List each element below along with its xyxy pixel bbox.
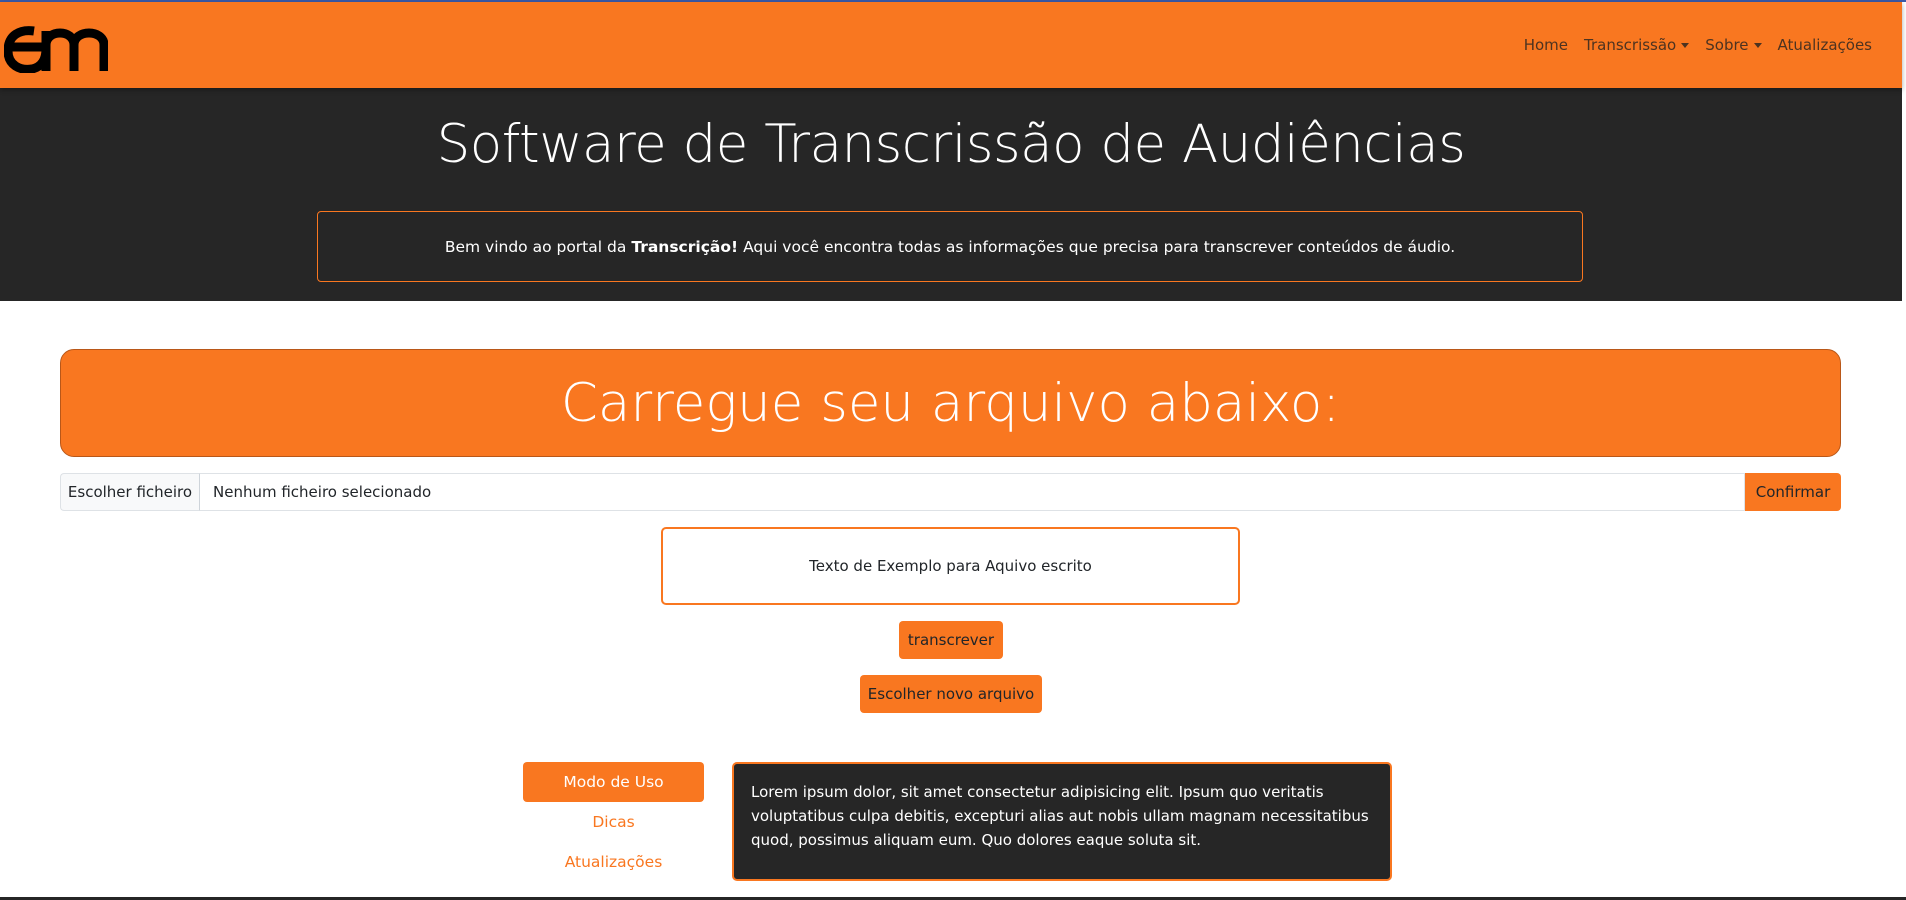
choose-file-button[interactable]: Escolher ficheiro [60, 473, 200, 511]
navbar: Home Transcrissão Sobre Atualizações [0, 2, 1902, 88]
nav-transcricao-dropdown[interactable]: Transcrissão [1576, 36, 1697, 54]
caret-down-icon [1681, 42, 1690, 48]
confirm-button[interactable]: Confirmar [1745, 473, 1841, 511]
transcribe-button[interactable]: transcrever [899, 621, 1003, 659]
upload-banner-title: Carregue seu arquivo abaixo: [560, 372, 1341, 434]
welcome-prefix: Bem vindo ao portal da [444, 237, 627, 256]
nav-menu: Home Transcrissão Sobre Atualizações [1516, 36, 1880, 54]
side-item-modo-de-uso[interactable]: Modo de Uso [523, 762, 704, 802]
choose-new-file-button[interactable]: Escolher novo arquivo [860, 675, 1042, 713]
hero-section: Software de Transcrissão de Audiências B… [0, 88, 1902, 301]
upload-banner: Carregue seu arquivo abaixo: [60, 349, 1841, 457]
nav-sobre-label: Sobre [1705, 36, 1749, 54]
file-input-group: Escolher ficheiro Nenhum ficheiro seleci… [60, 473, 1841, 511]
nav-transcricao-label: Transcrissão [1584, 36, 1677, 54]
welcome-suffix: Aqui você encontra todas as informações … [743, 237, 1456, 256]
am-logo-icon[interactable] [4, 15, 108, 73]
nav-home[interactable]: Home [1516, 36, 1576, 54]
side-menu: Modo de Uso Dicas Atualizações [523, 762, 704, 882]
welcome-box: Bem vindo ao portal da Transcrição! Aqui… [317, 211, 1583, 282]
nav-atualizacoes[interactable]: Atualizações [1770, 36, 1880, 54]
side-item-dicas[interactable]: Dicas [523, 802, 704, 842]
side-item-atualizacoes[interactable]: Atualizações [523, 842, 704, 882]
info-text: Lorem ipsum dolor, sit amet consectetur … [751, 783, 1369, 849]
page-title: Software de Transcrissão de Audiências [436, 114, 1466, 175]
caret-down-icon [1753, 42, 1762, 48]
welcome-bold: Transcrição! [631, 237, 739, 256]
example-text: Texto de Exemplo para Aquivo escrito [809, 557, 1092, 575]
nav-sobre-dropdown[interactable]: Sobre [1697, 36, 1769, 54]
info-panel: Lorem ipsum dolor, sit amet consectetur … [732, 762, 1392, 881]
example-text-box: Texto de Exemplo para Aquivo escrito [661, 527, 1240, 605]
file-name-display[interactable]: Nenhum ficheiro selecionado [200, 473, 1745, 511]
